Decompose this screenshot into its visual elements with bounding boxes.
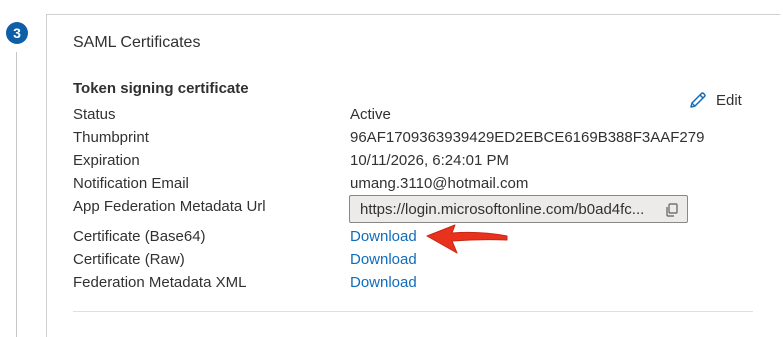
certificate-raw-label: Certificate (Raw) [73, 251, 185, 268]
federation-metadata-xml-download-link[interactable]: Download [350, 274, 417, 291]
certificate-raw-row: Certificate (Raw) Download [73, 251, 753, 273]
app-federation-metadata-url-value[interactable]: https://login.microsoftonline.com/b0ad4f… [360, 201, 664, 218]
red-arrow-annotation [425, 222, 511, 261]
app-federation-metadata-url-label: App Federation Metadata Url [73, 198, 266, 215]
saml-certificates-step: 3 SAML Certificates Token signing certif… [0, 0, 783, 337]
certificate-base64-row: Certificate (Base64) Download [73, 228, 753, 250]
card-title: SAML Certificates [73, 34, 201, 51]
expiration-label: Expiration [73, 152, 140, 169]
notification-email-label: Notification Email [73, 175, 189, 192]
status-row: Status Active [73, 106, 753, 128]
federation-metadata-xml-label: Federation Metadata XML [73, 274, 247, 291]
saml-certificates-card: SAML Certificates Token signing certific… [46, 14, 780, 337]
certificate-base64-download-link[interactable]: Download [350, 228, 417, 245]
expiration-row: Expiration 10/11/2026, 6:24:01 PM [73, 152, 753, 174]
notification-email-row: Notification Email umang.3110@hotmail.co… [73, 175, 753, 197]
step-connector-line [16, 52, 17, 337]
thumbprint-row: Thumbprint 96AF1709363939429ED2EBCE6169B… [73, 129, 753, 151]
notification-email-value: umang.3110@hotmail.com [350, 175, 529, 192]
expiration-value: 10/11/2026, 6:24:01 PM [350, 152, 510, 169]
section-divider [73, 311, 753, 312]
thumbprint-label: Thumbprint [73, 129, 149, 146]
token-signing-certificate-heading: Token signing certificate [73, 80, 249, 97]
certificate-base64-label: Certificate (Base64) [73, 228, 206, 245]
thumbprint-value: 96AF1709363939429ED2EBCE6169B388F3AAF279 [350, 129, 705, 146]
certificate-raw-download-link[interactable]: Download [350, 251, 417, 268]
step-number-badge: 3 [6, 22, 28, 44]
copy-icon[interactable] [665, 203, 679, 221]
app-federation-metadata-url-field[interactable]: https://login.microsoftonline.com/b0ad4f… [349, 195, 688, 223]
federation-metadata-xml-row: Federation Metadata XML Download [73, 274, 753, 296]
status-label: Status [73, 106, 116, 123]
status-value: Active [350, 106, 391, 123]
